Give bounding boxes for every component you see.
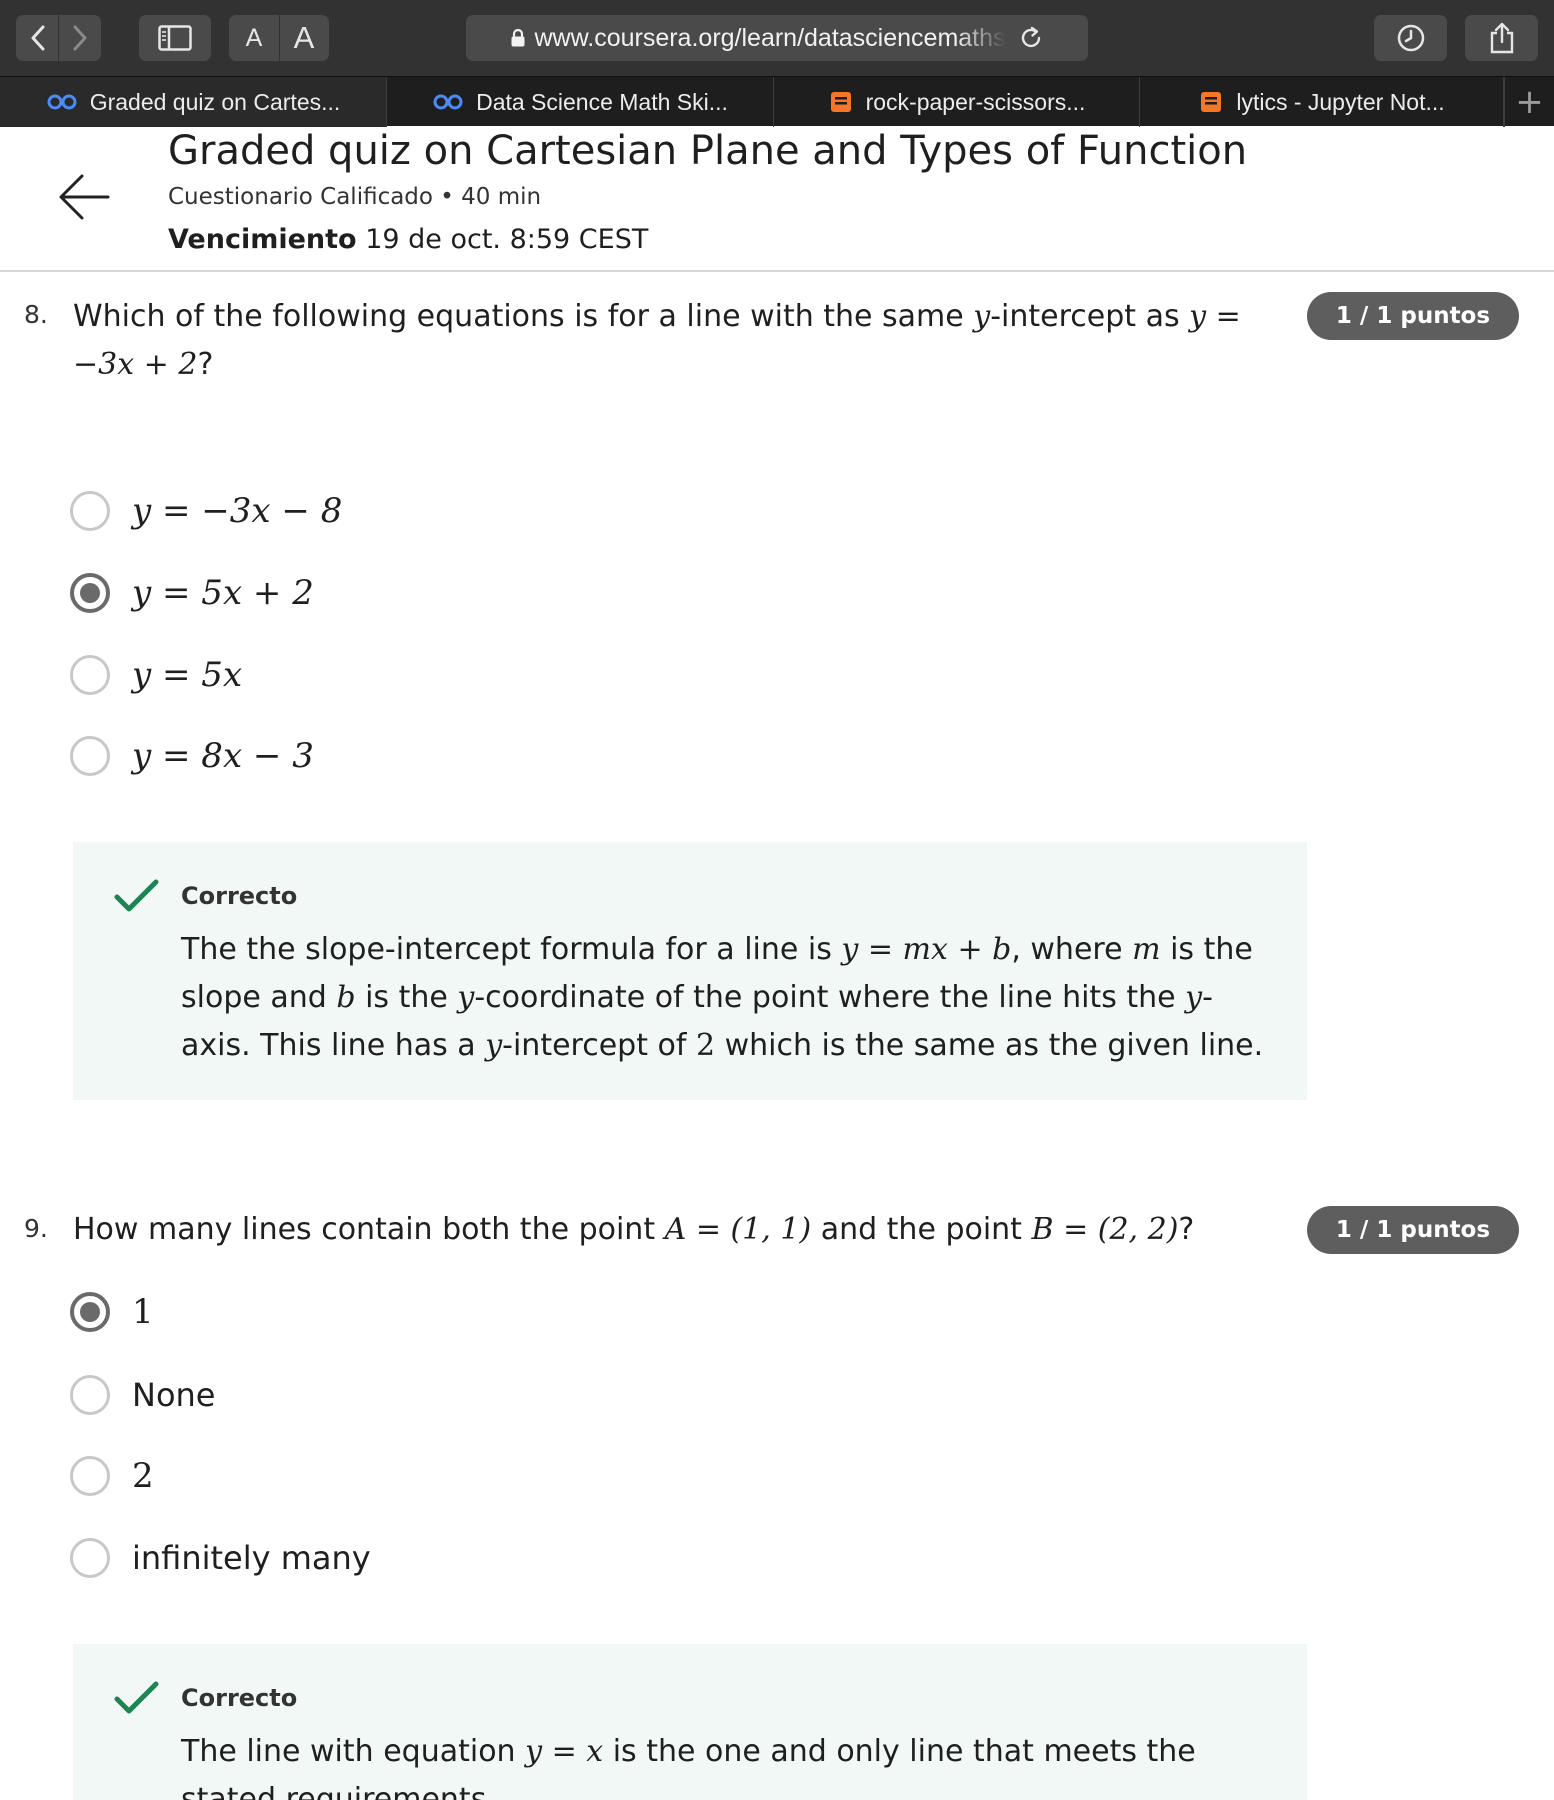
new-tab-button[interactable]: + xyxy=(1504,77,1554,127)
tab-jupyter-notebook[interactable]: lytics - Jupyter Not... xyxy=(1140,77,1504,127)
tab-rock-paper-scissors[interactable]: rock-paper-scissors... xyxy=(774,77,1140,127)
tab-label: Graded quiz on Cartes... xyxy=(89,88,341,115)
share-icon xyxy=(1490,22,1513,54)
due-label: Vencimiento xyxy=(168,224,357,255)
radio-button[interactable] xyxy=(70,1375,110,1415)
option-label: y = 5x + 2 xyxy=(132,573,314,613)
history-button[interactable] xyxy=(1374,15,1447,61)
jupyter-notebook-icon xyxy=(830,92,851,112)
answer-option[interactable]: 2 xyxy=(70,1453,154,1499)
feedback-text: The the slope-intercept formula for a li… xyxy=(181,932,1264,1063)
option-label: y = 8x − 3 xyxy=(132,736,314,776)
option-label: 2 xyxy=(132,1456,154,1496)
sidebar-toggle-button[interactable] xyxy=(139,15,211,61)
tab-data-science-math[interactable]: Data Science Math Ski... xyxy=(387,77,774,127)
answer-option[interactable]: None xyxy=(70,1372,215,1418)
option-label: y = −3x − 8 xyxy=(132,491,343,531)
option-label: 1 xyxy=(132,1292,154,1332)
question-number: 9. xyxy=(24,1214,48,1243)
answer-option[interactable]: 1 xyxy=(70,1289,154,1335)
option-label: infinitely many xyxy=(132,1539,371,1577)
question-text: How many lines contain both the point A … xyxy=(73,1212,1195,1247)
quiz-meta: Cuestionario Calificado • 40 min xyxy=(168,184,542,210)
question-number: 8. xyxy=(24,300,48,329)
radio-button-selected[interactable] xyxy=(70,573,110,613)
feedback-text: The line with equation y = x is the one … xyxy=(181,1734,1196,1800)
question-text: Which of the following equations is for … xyxy=(73,299,1241,382)
page-title: Graded quiz on Cartesian Plane and Types… xyxy=(168,128,1248,174)
option-label: y = 5x xyxy=(132,655,243,695)
feedback-title: Correcto xyxy=(181,882,298,910)
address-bar[interactable]: www.coursera.org/learn/datasciencemaths xyxy=(466,15,1088,61)
radio-button-selected[interactable] xyxy=(70,1292,110,1332)
back-button[interactable] xyxy=(58,172,110,226)
tab-label: rock-paper-scissors... xyxy=(865,88,1086,115)
due-value: 19 de oct. 8:59 CEST xyxy=(365,224,649,255)
text-larger-button[interactable]: A xyxy=(279,20,329,56)
answer-option[interactable]: y = 5x xyxy=(70,652,242,698)
option-label: None xyxy=(132,1376,216,1414)
chevron-right-icon xyxy=(73,25,86,51)
sidebar-icon xyxy=(158,25,192,51)
back-nav-button[interactable] xyxy=(17,15,59,61)
radio-button[interactable] xyxy=(70,736,110,776)
feedback-panel: Correcto The line with equation y = x is… xyxy=(73,1644,1307,1800)
share-button[interactable] xyxy=(1465,15,1538,61)
points-badge: 1 / 1 puntos xyxy=(1307,1206,1519,1254)
answer-option[interactable]: y = 5x + 2 xyxy=(70,570,314,616)
feedback-panel: Correcto The the slope-intercept formula… xyxy=(73,842,1307,1100)
clock-icon xyxy=(1397,24,1424,52)
text-smaller-button[interactable]: A xyxy=(229,24,279,53)
radio-button[interactable] xyxy=(70,491,110,531)
lock-icon xyxy=(511,28,525,47)
radio-button[interactable] xyxy=(70,655,110,695)
jupyter-notebook-icon xyxy=(1201,92,1222,112)
url-text: www.coursera.org/learn/datasciencemaths xyxy=(534,23,1006,52)
forward-nav-button[interactable] xyxy=(59,15,101,61)
chevron-left-icon xyxy=(31,25,44,51)
feedback-title: Correcto xyxy=(181,1684,298,1712)
due-date: Vencimiento 19 de oct. 8:59 CEST xyxy=(168,224,648,255)
points-badge: 1 / 1 puntos xyxy=(1307,292,1519,340)
tab-bar: Graded quiz on Cartes... Data Science Ma… xyxy=(0,76,1554,127)
checkmark-icon xyxy=(114,1681,159,1714)
tab-label: lytics - Jupyter Not... xyxy=(1236,88,1445,115)
coursera-icon xyxy=(433,94,463,110)
tab-graded-quiz[interactable]: Graded quiz on Cartes... xyxy=(0,77,387,127)
arrow-left-icon xyxy=(59,174,110,220)
history-nav-group xyxy=(16,15,101,61)
checkmark-icon xyxy=(114,879,159,912)
coursera-icon xyxy=(47,94,77,110)
text-size-group: A A xyxy=(229,15,329,61)
browser-toolbar: A A www.coursera.org/learn/datasciencema… xyxy=(0,0,1554,76)
radio-button[interactable] xyxy=(70,1456,110,1496)
answer-option[interactable]: y = 8x − 3 xyxy=(70,733,314,779)
reload-icon[interactable] xyxy=(1018,25,1044,51)
radio-button[interactable] xyxy=(70,1538,110,1578)
header-divider xyxy=(0,270,1554,272)
answer-option[interactable]: y = −3x − 8 xyxy=(70,488,342,534)
answer-option[interactable]: infinitely many xyxy=(70,1535,371,1581)
tab-label: Data Science Math Ski... xyxy=(476,88,728,115)
